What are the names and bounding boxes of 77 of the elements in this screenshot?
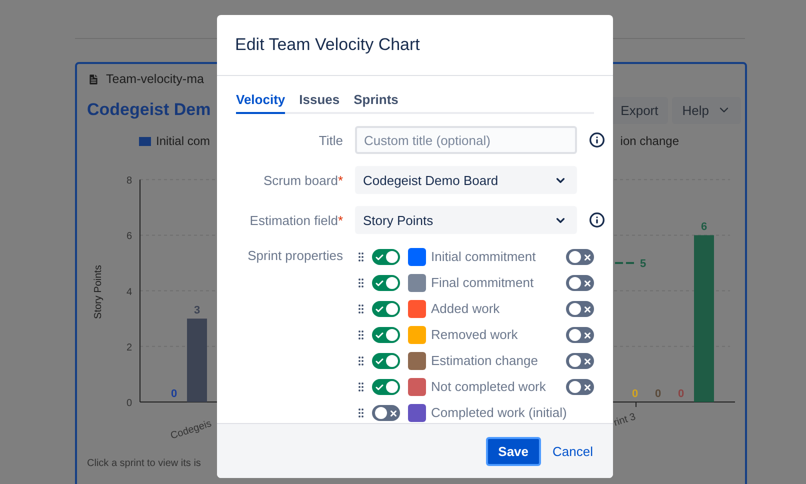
color-swatch[interactable]: [408, 300, 426, 318]
field-label: Sprint properties: [246, 247, 343, 265]
toggle-switch[interactable]: [566, 301, 594, 317]
card-title: Team-velocity-ma: [106, 72, 204, 86]
toggle-switch[interactable]: [566, 249, 594, 265]
field-label: Estimation field: [250, 212, 338, 228]
check-icon: [375, 330, 384, 340]
value-label: 0: [170, 388, 178, 400]
property-label: Final commitment: [431, 277, 535, 289]
property-label: Not completed work: [431, 381, 547, 393]
info-icon[interactable]: [589, 132, 605, 148]
document-icon: [87, 72, 100, 86]
color-swatch[interactable]: [408, 378, 426, 396]
check-icon: [375, 356, 384, 366]
legend-label: Initial com: [156, 134, 210, 148]
tick-label: 2: [126, 342, 132, 354]
toggle-switch[interactable]: [372, 405, 400, 421]
property-label: Initial commitment: [431, 251, 537, 263]
toggle-switch[interactable]: [372, 353, 400, 369]
tick-label: 4: [126, 286, 132, 298]
tick-label: 8: [126, 176, 132, 187]
title-field[interactable]: Custom title (optional): [355, 126, 577, 154]
color-swatch[interactable]: [408, 326, 426, 344]
axis-label: rint 3: [612, 412, 638, 429]
value-label: 0: [632, 388, 638, 400]
dialog-title: Edit Team Velocity Chart: [235, 35, 420, 55]
axis-title: Story Points: [93, 265, 104, 319]
tab[interactable]: Velocity: [236, 92, 286, 114]
toggle-switch[interactable]: [372, 301, 400, 317]
toggle-switch[interactable]: [566, 379, 594, 395]
close-icon: [583, 330, 592, 340]
field-label: Scrum board: [264, 172, 338, 188]
required-mark: *: [338, 172, 343, 188]
close-icon: [583, 382, 592, 392]
toggle-switch[interactable]: [372, 249, 400, 265]
field-label: Title: [318, 132, 343, 148]
check-icon: [375, 252, 384, 262]
toggle-switch[interactable]: [566, 353, 594, 369]
chart-heading: Codegeist Dem: [87, 100, 211, 120]
check-icon: [375, 304, 384, 314]
property-label: Completed work (initial): [431, 407, 567, 419]
info-icon[interactable]: [589, 212, 605, 228]
tab[interactable]: Issues: [299, 92, 340, 114]
property-label: Added work: [431, 303, 501, 315]
select-field[interactable]: Codegeist Demo Board: [355, 166, 577, 194]
tick-label: 0: [126, 398, 132, 409]
toggle-switch[interactable]: [372, 327, 400, 343]
close-icon: [583, 304, 592, 314]
value-label: 3: [194, 304, 200, 317]
tab[interactable]: Sprints: [354, 92, 398, 114]
check-icon: [375, 382, 384, 392]
property-label: Removed work: [431, 329, 519, 341]
toggle-switch[interactable]: [372, 379, 400, 395]
color-swatch[interactable]: [408, 404, 426, 422]
property-label: Estimation change: [431, 355, 539, 367]
required-mark: *: [338, 212, 343, 228]
cancel-link[interactable]: Cancel: [550, 438, 595, 464]
close-icon: [583, 278, 592, 288]
tick-label: 6: [126, 231, 132, 242]
hint-text: Click a sprint to view its is: [87, 458, 202, 469]
line-label: 5: [640, 258, 646, 270]
value-label: 0: [654, 388, 662, 400]
color-swatch[interactable]: [408, 274, 426, 292]
save-button[interactable]: Save: [486, 436, 541, 466]
value-label: 6: [700, 221, 708, 234]
toggle-switch[interactable]: [372, 275, 400, 291]
legend-label: ion change: [620, 134, 679, 148]
color-swatch[interactable]: [408, 352, 426, 370]
value-label: 0: [678, 388, 684, 400]
close-icon: [583, 356, 592, 366]
close-icon: [389, 408, 398, 418]
check-icon: [375, 278, 384, 288]
toggle-switch[interactable]: [566, 275, 594, 291]
toggle-switch[interactable]: [566, 327, 594, 343]
select-field[interactable]: Story Points: [355, 206, 577, 234]
close-icon: [583, 252, 592, 262]
color-swatch[interactable]: [408, 248, 426, 266]
